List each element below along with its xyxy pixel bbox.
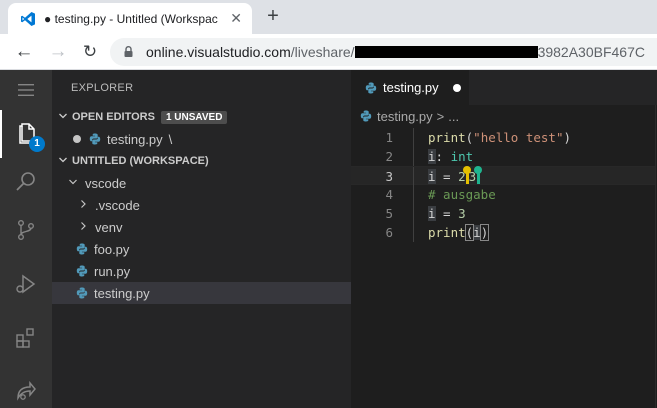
code-line: 4 # ausgabe — [351, 185, 657, 204]
workspace-section-header[interactable]: UNTITLED (WORKSPACE) — [52, 150, 351, 172]
url-text: online.visualstudio.com/liveshare/3982A3… — [146, 44, 645, 60]
unsaved-dot-icon[interactable] — [452, 83, 461, 92]
python-file-icon — [76, 243, 88, 255]
chevron-right-icon — [76, 199, 90, 212]
source-control-icon[interactable] — [0, 206, 52, 254]
python-file-icon — [89, 133, 101, 145]
code-text: # ausgabe — [428, 187, 496, 202]
breadcrumb-separator: > — [436, 108, 445, 124]
tree-item-label: venv — [95, 219, 123, 235]
tree-item-label: foo.py — [94, 241, 130, 257]
tree-item-label: testing.py — [94, 285, 150, 301]
live-share-icon[interactable] — [0, 366, 52, 408]
unsaved-count-badge: 1 UNSAVED — [160, 110, 228, 124]
open-editors-section-header[interactable]: OPEN EDITORS 1 UNSAVED — [52, 106, 351, 128]
python-file-icon — [360, 110, 372, 122]
explorer-unsaved-badge: 1 — [29, 136, 45, 152]
code-text: print("hello test") — [428, 130, 572, 145]
python-file-icon — [76, 287, 88, 299]
tree-item-label: .vscode — [95, 197, 140, 213]
tree-item-foo-py[interactable]: foo.py — [52, 238, 351, 260]
browser-toolbar: ← → ↻ online.visualstudio.com/liveshare/… — [0, 34, 657, 70]
url-host: online.visualstudio.com — [146, 44, 291, 60]
open-editor-path-suffix: \ — [168, 131, 173, 147]
editor-tab-label: testing.py — [383, 80, 439, 95]
browser-tab-strip: ● testing.py - Untitled (Workspac ✕ + — [0, 0, 657, 34]
editor-tab-bar: testing.py — [351, 70, 657, 105]
tree-item-testing-py[interactable]: testing.py — [52, 282, 351, 304]
code-line: 6 print(i) — [351, 223, 657, 242]
forward-arrow-icon[interactable]: → — [47, 41, 69, 63]
open-editors-label: OPEN EDITORS — [72, 111, 155, 123]
back-arrow-icon[interactable]: ← — [13, 41, 35, 63]
collaborator-cursor-green — [474, 166, 483, 184]
tree-item-venv[interactable]: venv — [52, 216, 351, 238]
code-line: 1 print("hello test") — [351, 128, 657, 147]
tree-item-run-py[interactable]: run.py — [52, 260, 351, 282]
code-text: i = 3 — [428, 206, 466, 221]
line-number: 2 — [385, 149, 393, 164]
explorer-sidebar: EXPLORER OPEN EDITORS 1 UNSAVED testing.… — [52, 70, 351, 408]
browser-tab[interactable]: ● testing.py - Untitled (Workspac ✕ — [8, 3, 252, 34]
address-bar[interactable]: online.visualstudio.com/liveshare/3982A3… — [110, 38, 657, 66]
line-number: 1 — [385, 130, 393, 145]
tree-item-label: run.py — [94, 263, 131, 279]
new-tab-button[interactable]: + — [262, 6, 284, 28]
explorer-title: EXPLORER — [71, 82, 134, 94]
explorer-files-icon[interactable]: 1 — [0, 110, 52, 158]
menu-icon[interactable] — [0, 70, 52, 110]
run-debug-icon[interactable] — [0, 260, 52, 308]
lock-icon — [124, 46, 133, 57]
tree-item-dot-vscode[interactable]: .vscode — [52, 194, 351, 216]
unsaved-dot-icon[interactable] — [73, 135, 81, 143]
line-number: 3 — [385, 169, 393, 184]
editor-area: testing.py testing.py > ... 1 print("hel… — [351, 70, 657, 408]
chevron-down-icon — [58, 111, 72, 124]
url-path-suffix: 3982A30BF467C — [537, 44, 645, 60]
close-tab-icon[interactable]: ✕ — [230, 11, 242, 25]
extensions-icon[interactable] — [0, 314, 52, 362]
reload-icon[interactable]: ↻ — [79, 41, 101, 63]
browser-tab-title: ● testing.py - Untitled (Workspac — [44, 11, 218, 26]
url-redaction — [354, 46, 538, 58]
vscode-logo-icon — [21, 11, 35, 26]
line-number: 4 — [385, 187, 393, 202]
activity-bar: 1 — [0, 70, 52, 408]
tree-item-vscode[interactable]: vscode — [52, 172, 351, 194]
python-file-icon — [365, 82, 377, 93]
breadcrumb: testing.py > ... — [351, 105, 459, 127]
code-text: print(i) — [428, 224, 490, 241]
url-path-prefix: /liveshare/ — [290, 44, 355, 60]
code-line: 2 i: int — [351, 147, 657, 166]
collaborator-cursor-yellow — [462, 166, 471, 184]
breadcrumb-file[interactable]: testing.py — [377, 109, 433, 124]
open-editor-item[interactable]: testing.py \ — [52, 128, 351, 150]
tree-item-label: vscode — [85, 175, 127, 191]
search-icon[interactable] — [0, 158, 52, 206]
code-line-current: 3 i = 23 — [351, 166, 657, 186]
code-line: 5 i = 3 — [351, 204, 657, 223]
line-number: 5 — [385, 206, 393, 221]
python-file-icon — [76, 265, 88, 277]
chevron-down-icon — [66, 177, 80, 190]
line-number: 6 — [385, 225, 393, 240]
workspace-label: UNTITLED (WORKSPACE) — [72, 155, 209, 167]
code-text: i = 23 — [428, 166, 483, 186]
editor-tab-testing-py[interactable]: testing.py — [351, 70, 469, 105]
open-editor-label: testing.py — [107, 131, 163, 147]
chevron-right-icon — [76, 221, 90, 234]
chevron-down-icon — [58, 155, 72, 168]
code-text: i: int — [428, 149, 474, 164]
breadcrumb-symbols[interactable]: ... — [448, 109, 459, 124]
